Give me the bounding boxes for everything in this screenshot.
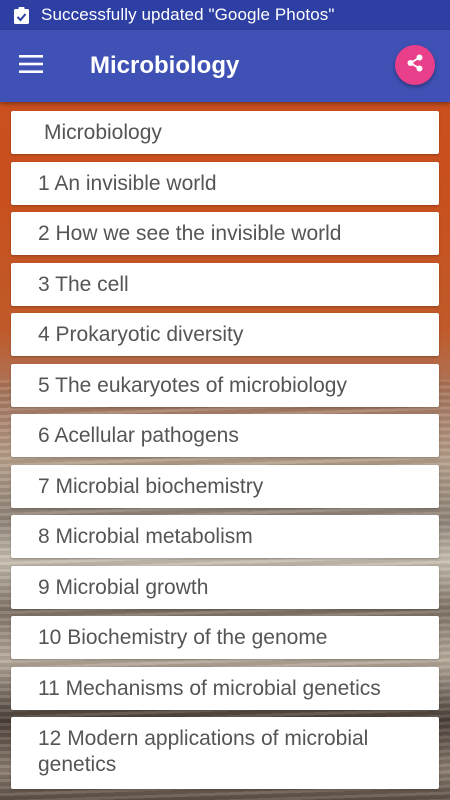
list-item-chapter-10[interactable]: 10 Biochemistry of the genome — [11, 616, 439, 659]
app-title: Microbiology — [90, 52, 240, 79]
chapter-list: Microbiology 1 An invisible world 2 How … — [11, 111, 439, 797]
list-item-label: 4 Prokaryotic diversity — [38, 323, 244, 346]
list-item-chapter-4[interactable]: 4 Prokaryotic diversity — [11, 313, 439, 356]
list-item-chapter-5[interactable]: 5 The eukaryotes of microbiology — [11, 363, 439, 407]
list-item-label: 7 Microbial biochemistry — [38, 474, 264, 498]
hamburger-menu-icon — [19, 54, 43, 78]
list-item-label: 8 Microbial metabolism — [38, 525, 253, 548]
clipboard-check-icon — [14, 6, 29, 24]
list-item-label: Microbiology — [44, 121, 162, 144]
share-icon — [405, 53, 425, 78]
menu-button[interactable] — [12, 47, 50, 85]
list-item-chapter-8[interactable]: 8 Microbial metabolism — [11, 515, 439, 558]
list-item-label: 5 The eukaryotes of microbiology — [38, 373, 347, 397]
list-item-label: 9 Microbial growth — [38, 575, 209, 599]
list-item-book-title[interactable]: Microbiology — [11, 111, 439, 154]
list-item-chapter-2[interactable]: 2 How we see the invisible world — [11, 212, 439, 255]
list-item-label: 1 An invisible world — [38, 171, 217, 195]
list-item-chapter-6[interactable]: 6 Acellular pathogens — [11, 414, 439, 457]
list-item-label: 10 Biochemistry of the genome — [38, 626, 328, 649]
list-item-label: 12 Modern applications of microbial gene… — [38, 727, 369, 776]
status-notification-text: Successfully updated "Google Photos" — [41, 5, 335, 24]
list-item-chapter-11[interactable]: 11 Mechanisms of microbial genetics — [11, 666, 439, 710]
list-item-chapter-7[interactable]: 7 Microbial biochemistry — [11, 464, 439, 508]
share-button[interactable] — [395, 45, 435, 85]
list-item-chapter-3[interactable]: 3 The cell — [11, 262, 439, 306]
list-item-label: 11 Mechanisms of microbial genetics — [38, 676, 381, 700]
list-item-chapter-9[interactable]: 9 Microbial growth — [11, 565, 439, 609]
status-bar: Successfully updated "Google Photos" — [0, 0, 450, 30]
list-item-label: 3 The cell — [38, 272, 129, 296]
list-item-chapter-12[interactable]: 12 Modern applications of microbial gene… — [11, 717, 439, 789]
list-item-chapter-1[interactable]: 1 An invisible world — [11, 161, 439, 205]
app-bar: Microbiology — [0, 30, 450, 102]
list-item-label: 6 Acellular pathogens — [38, 424, 239, 447]
list-item-label: 2 How we see the invisible world — [38, 222, 342, 245]
